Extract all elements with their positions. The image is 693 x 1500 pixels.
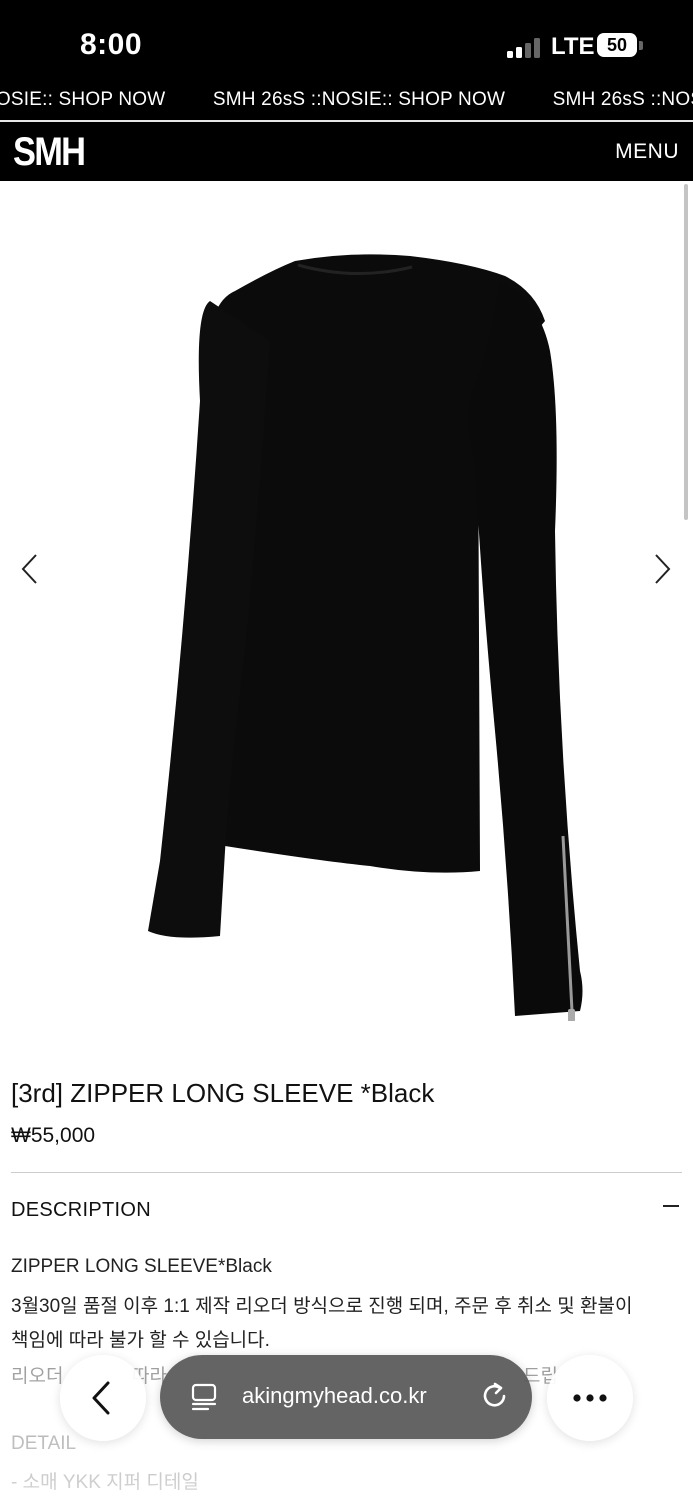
detail-line: - 소매 YKK 지퍼 디테일 (11, 1472, 199, 1493)
reader-mode-icon[interactable] (188, 1380, 220, 1412)
url-text[interactable]: akingmyhead.co.kr (242, 1383, 427, 1409)
product-gallery (0, 181, 693, 1051)
battery-nub (639, 41, 643, 50)
marquee-item[interactable]: NOSIE:: SHOP NOW (0, 89, 165, 111)
site-header: SMH MENU (0, 122, 693, 181)
chevron-left-icon (92, 1381, 110, 1415)
more-options-button[interactable] (547, 1355, 633, 1441)
chevron-left-icon (21, 554, 37, 584)
browser-back-button[interactable] (60, 1355, 146, 1441)
marquee-track: NOSIE:: SHOP NOW SMH 26sS ::NOSIE:: SHOP… (0, 89, 693, 111)
product-image[interactable] (140, 251, 600, 1021)
battery-icon: 50 (597, 33, 637, 57)
product-price: ₩55,000 (11, 1124, 96, 1147)
description-line: ZIPPER LONG SLEEVE*Black (11, 1256, 272, 1277)
marquee-item[interactable]: SMH 26sS ::NOSIE:: SHOP NOW (553, 89, 693, 111)
site-logo[interactable]: SMH (13, 130, 86, 175)
announcement-marquee[interactable]: NOSIE:: SHOP NOW SMH 26sS ::NOSIE:: SHOP… (0, 86, 693, 120)
description-line: 책임에 따라 불가 할 수 있습니다. (11, 1330, 270, 1351)
description-line: 리오더 (11, 1366, 64, 1387)
collapse-icon[interactable] (663, 1205, 679, 1207)
signal-icon (507, 38, 543, 58)
gallery-next-button[interactable] (642, 549, 682, 589)
chevron-right-icon (655, 554, 671, 584)
reload-icon[interactable] (478, 1379, 512, 1413)
address-bar[interactable]: akingmyhead.co.kr (160, 1355, 532, 1439)
ellipsis-icon (573, 1394, 607, 1402)
gallery-prev-button[interactable] (12, 549, 52, 589)
marquee-item[interactable]: SMH 26sS ::NOSIE:: SHOP NOW (213, 89, 505, 111)
status-bar: 8:00 LTE 50 (0, 0, 693, 86)
description-line: 3월30일 품절 이후 1:1 제작 리오더 방식으로 진행 되며, 주문 후 … (11, 1296, 633, 1317)
menu-button[interactable]: MENU (615, 140, 679, 164)
divider (11, 1172, 682, 1173)
status-time: 8:00 (80, 28, 143, 61)
product-title: [3rd] ZIPPER LONG SLEEVE *Black (11, 1078, 435, 1108)
network-label: LTE (551, 33, 595, 60)
description-header[interactable]: DESCRIPTION (11, 1199, 151, 1222)
